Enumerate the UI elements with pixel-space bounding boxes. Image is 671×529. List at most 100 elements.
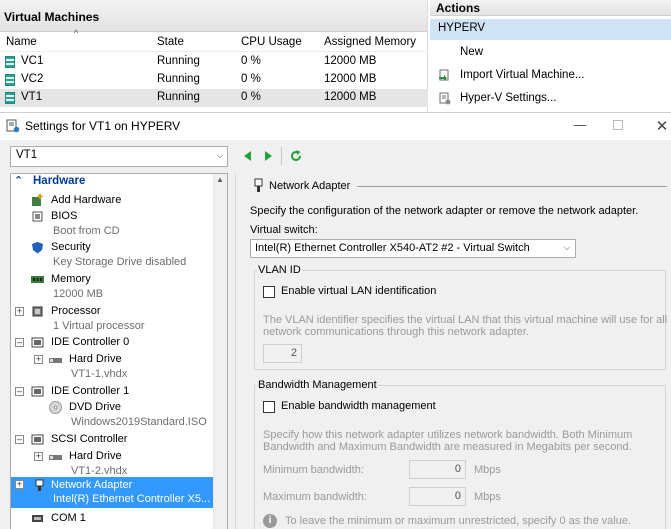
collapse-minus-icon[interactable]: – [15, 435, 24, 444]
virtual-machines-panel: Virtual Machines ^ Name State CPU Usage … [0, 0, 428, 112]
expand-plus-icon[interactable]: + [34, 355, 43, 364]
virtual-machines-header: Virtual Machines [0, 0, 427, 32]
expand-plus-icon[interactable]: + [15, 480, 24, 489]
tree-item-scsi-hard-drive[interactable]: + Hard Drive [11, 449, 213, 465]
action-label: Hyper-V Settings... [460, 92, 557, 104]
virtual-machine-icon [5, 56, 15, 68]
tree-item-ide-controller-1[interactable]: – IDE Controller 1 [11, 384, 213, 400]
tree-item-com1[interactable]: COM 1 [11, 511, 213, 527]
chevron-down-icon: ⌵ [216, 151, 223, 160]
tree-item-ide-controller-0[interactable]: – IDE Controller 0 [11, 335, 213, 351]
add-hardware-icon [32, 194, 43, 206]
panel-description: Specify the configuration of the network… [250, 205, 639, 217]
tree-item-security[interactable]: Security [11, 240, 213, 256]
tree-label: Processor [51, 305, 101, 317]
vm-row-selected[interactable]: VT1 Running 0 % 12000 MB [0, 89, 428, 107]
vm-selector-dropdown[interactable]: VT1 ⌵ [10, 146, 228, 167]
tree-label: Memory [51, 273, 91, 285]
tree-sublabel: 12000 MB [53, 288, 104, 300]
action-hyperv-settings[interactable]: Hyper-V Settings... [430, 89, 671, 109]
vm-cpu: 0 % [241, 91, 261, 103]
close-button[interactable]: ✕ [652, 117, 671, 135]
ide-controller-icon [31, 337, 44, 348]
vm-memory: 12000 MB [324, 73, 377, 85]
tree-item-dvd-drive[interactable]: DVD Drive [11, 400, 213, 416]
collapse-minus-icon[interactable]: – [15, 338, 24, 347]
vm-state: Running [157, 91, 200, 103]
tree-label: IDE Controller 1 [51, 385, 130, 397]
tree-label: Hard Drive [69, 450, 122, 462]
network-adapter-panel: Network Adapter Specify the configuratio… [235, 173, 671, 529]
action-new[interactable]: New [430, 43, 671, 63]
vm-cpu: 0 % [241, 55, 261, 67]
tree-label: SCSI Controller [51, 433, 128, 445]
vm-cpu: 0 % [241, 73, 261, 85]
vlan-checkbox-label: Enable virtual LAN identification [281, 285, 437, 297]
refresh-icon[interactable] [289, 149, 303, 163]
minimum-bandwidth-label: Minimum bandwidth: [263, 464, 364, 476]
tree-subtext-memory: 12000 MB [11, 288, 213, 303]
dialog-titlebar[interactable]: Settings for VT1 on HYPERV — ✕ [0, 113, 671, 140]
processor-icon [32, 306, 43, 317]
maximize-button[interactable] [608, 117, 628, 135]
collapse-minus-icon[interactable]: – [15, 387, 24, 396]
tree-subtext-processor: 1 Virtual processor [11, 320, 213, 335]
column-header-name[interactable]: Name [6, 36, 37, 48]
virtual-machine-icon [5, 74, 15, 86]
tree-sublabel: Windows2019Standard.ISO [71, 416, 207, 428]
tree-sublabel: Boot from CD [53, 225, 120, 237]
import-icon [439, 69, 449, 81]
tree-item-scsi-controller[interactable]: – SCSI Controller [11, 432, 213, 448]
column-header-memory[interactable]: Assigned Memory [324, 36, 416, 48]
hard-drive-icon [49, 358, 62, 363]
hard-drive-icon [49, 455, 62, 460]
action-label: Import Virtual Machine... [460, 69, 585, 81]
vm-name: VC1 [21, 55, 44, 67]
next-arrow-icon[interactable] [261, 149, 275, 163]
vm-state: Running [157, 73, 200, 85]
hardware-tree: ⌃ Hardware Add Hardware BIOS Boot from C… [10, 173, 228, 529]
com-port-icon [32, 515, 43, 522]
vlan-checkbox[interactable] [263, 286, 275, 298]
tree-item-memory[interactable]: Memory [11, 272, 213, 288]
maximum-bandwidth-label: Maximum bandwidth: [263, 491, 367, 503]
dvd-disc-icon [49, 401, 62, 414]
vm-name: VT1 [21, 91, 43, 103]
column-header-cpu[interactable]: CPU Usage [241, 36, 302, 48]
column-header-state[interactable]: State [157, 36, 184, 48]
expand-plus-icon[interactable]: + [15, 307, 24, 316]
minimum-bandwidth-input[interactable]: 0 [409, 460, 466, 479]
tree-item-processor[interactable]: + Processor [11, 304, 213, 320]
tree-label: Security [51, 241, 91, 253]
chevron-down-icon: ⌵ [563, 243, 570, 252]
scroll-up-arrow-icon[interactable]: ▲ [216, 175, 224, 184]
vlan-id-input[interactable]: 2 [263, 344, 302, 363]
bandwidth-checkbox[interactable] [263, 401, 275, 413]
bandwidth-checkbox-label: Enable bandwidth management [281, 400, 436, 412]
vm-row[interactable]: VC1 Running 0 % 12000 MB [0, 53, 428, 71]
maximum-bandwidth-input[interactable]: 0 [409, 487, 466, 506]
hardware-section-header[interactable]: ⌃ Hardware [11, 174, 213, 190]
expand-plus-icon[interactable]: + [34, 452, 43, 461]
previous-arrow-icon[interactable] [241, 149, 255, 163]
tree-sublabel: Key Storage Drive disabled [53, 256, 187, 268]
action-label: New [460, 46, 484, 58]
heading-divider [357, 186, 667, 187]
info-icon: i [263, 514, 277, 528]
tree-label: BIOS [51, 210, 78, 222]
minimize-button[interactable]: — [570, 117, 590, 135]
tree-item-bios[interactable]: BIOS [11, 209, 213, 225]
tree-scrollbar[interactable]: ▲ [213, 174, 227, 529]
vm-row[interactable]: VC2 Running 0 % 12000 MB [0, 71, 428, 89]
actions-host-header[interactable]: HYPERV [430, 19, 671, 40]
action-import-virtual-machine[interactable]: Import Virtual Machine... [430, 66, 671, 86]
settings-icon [6, 119, 20, 133]
tree-item-network-adapter-selected[interactable]: + Network Adapter Intel(R) Ethernet Cont… [11, 477, 213, 508]
tree-item-add-hardware[interactable]: Add Hardware [11, 193, 213, 209]
tree-subtext-dvd-drive: Windows2019Standard.ISO [11, 416, 213, 431]
tree-sublabel: Intel(R) Ethernet Controller X5... [53, 493, 211, 505]
scsi-controller-icon [31, 434, 44, 445]
tree-item-ide0-hard-drive[interactable]: + Hard Drive [11, 352, 213, 368]
shield-icon [32, 242, 43, 254]
virtual-switch-dropdown[interactable]: Intel(R) Ethernet Controller X540-AT2 #2… [250, 239, 576, 258]
